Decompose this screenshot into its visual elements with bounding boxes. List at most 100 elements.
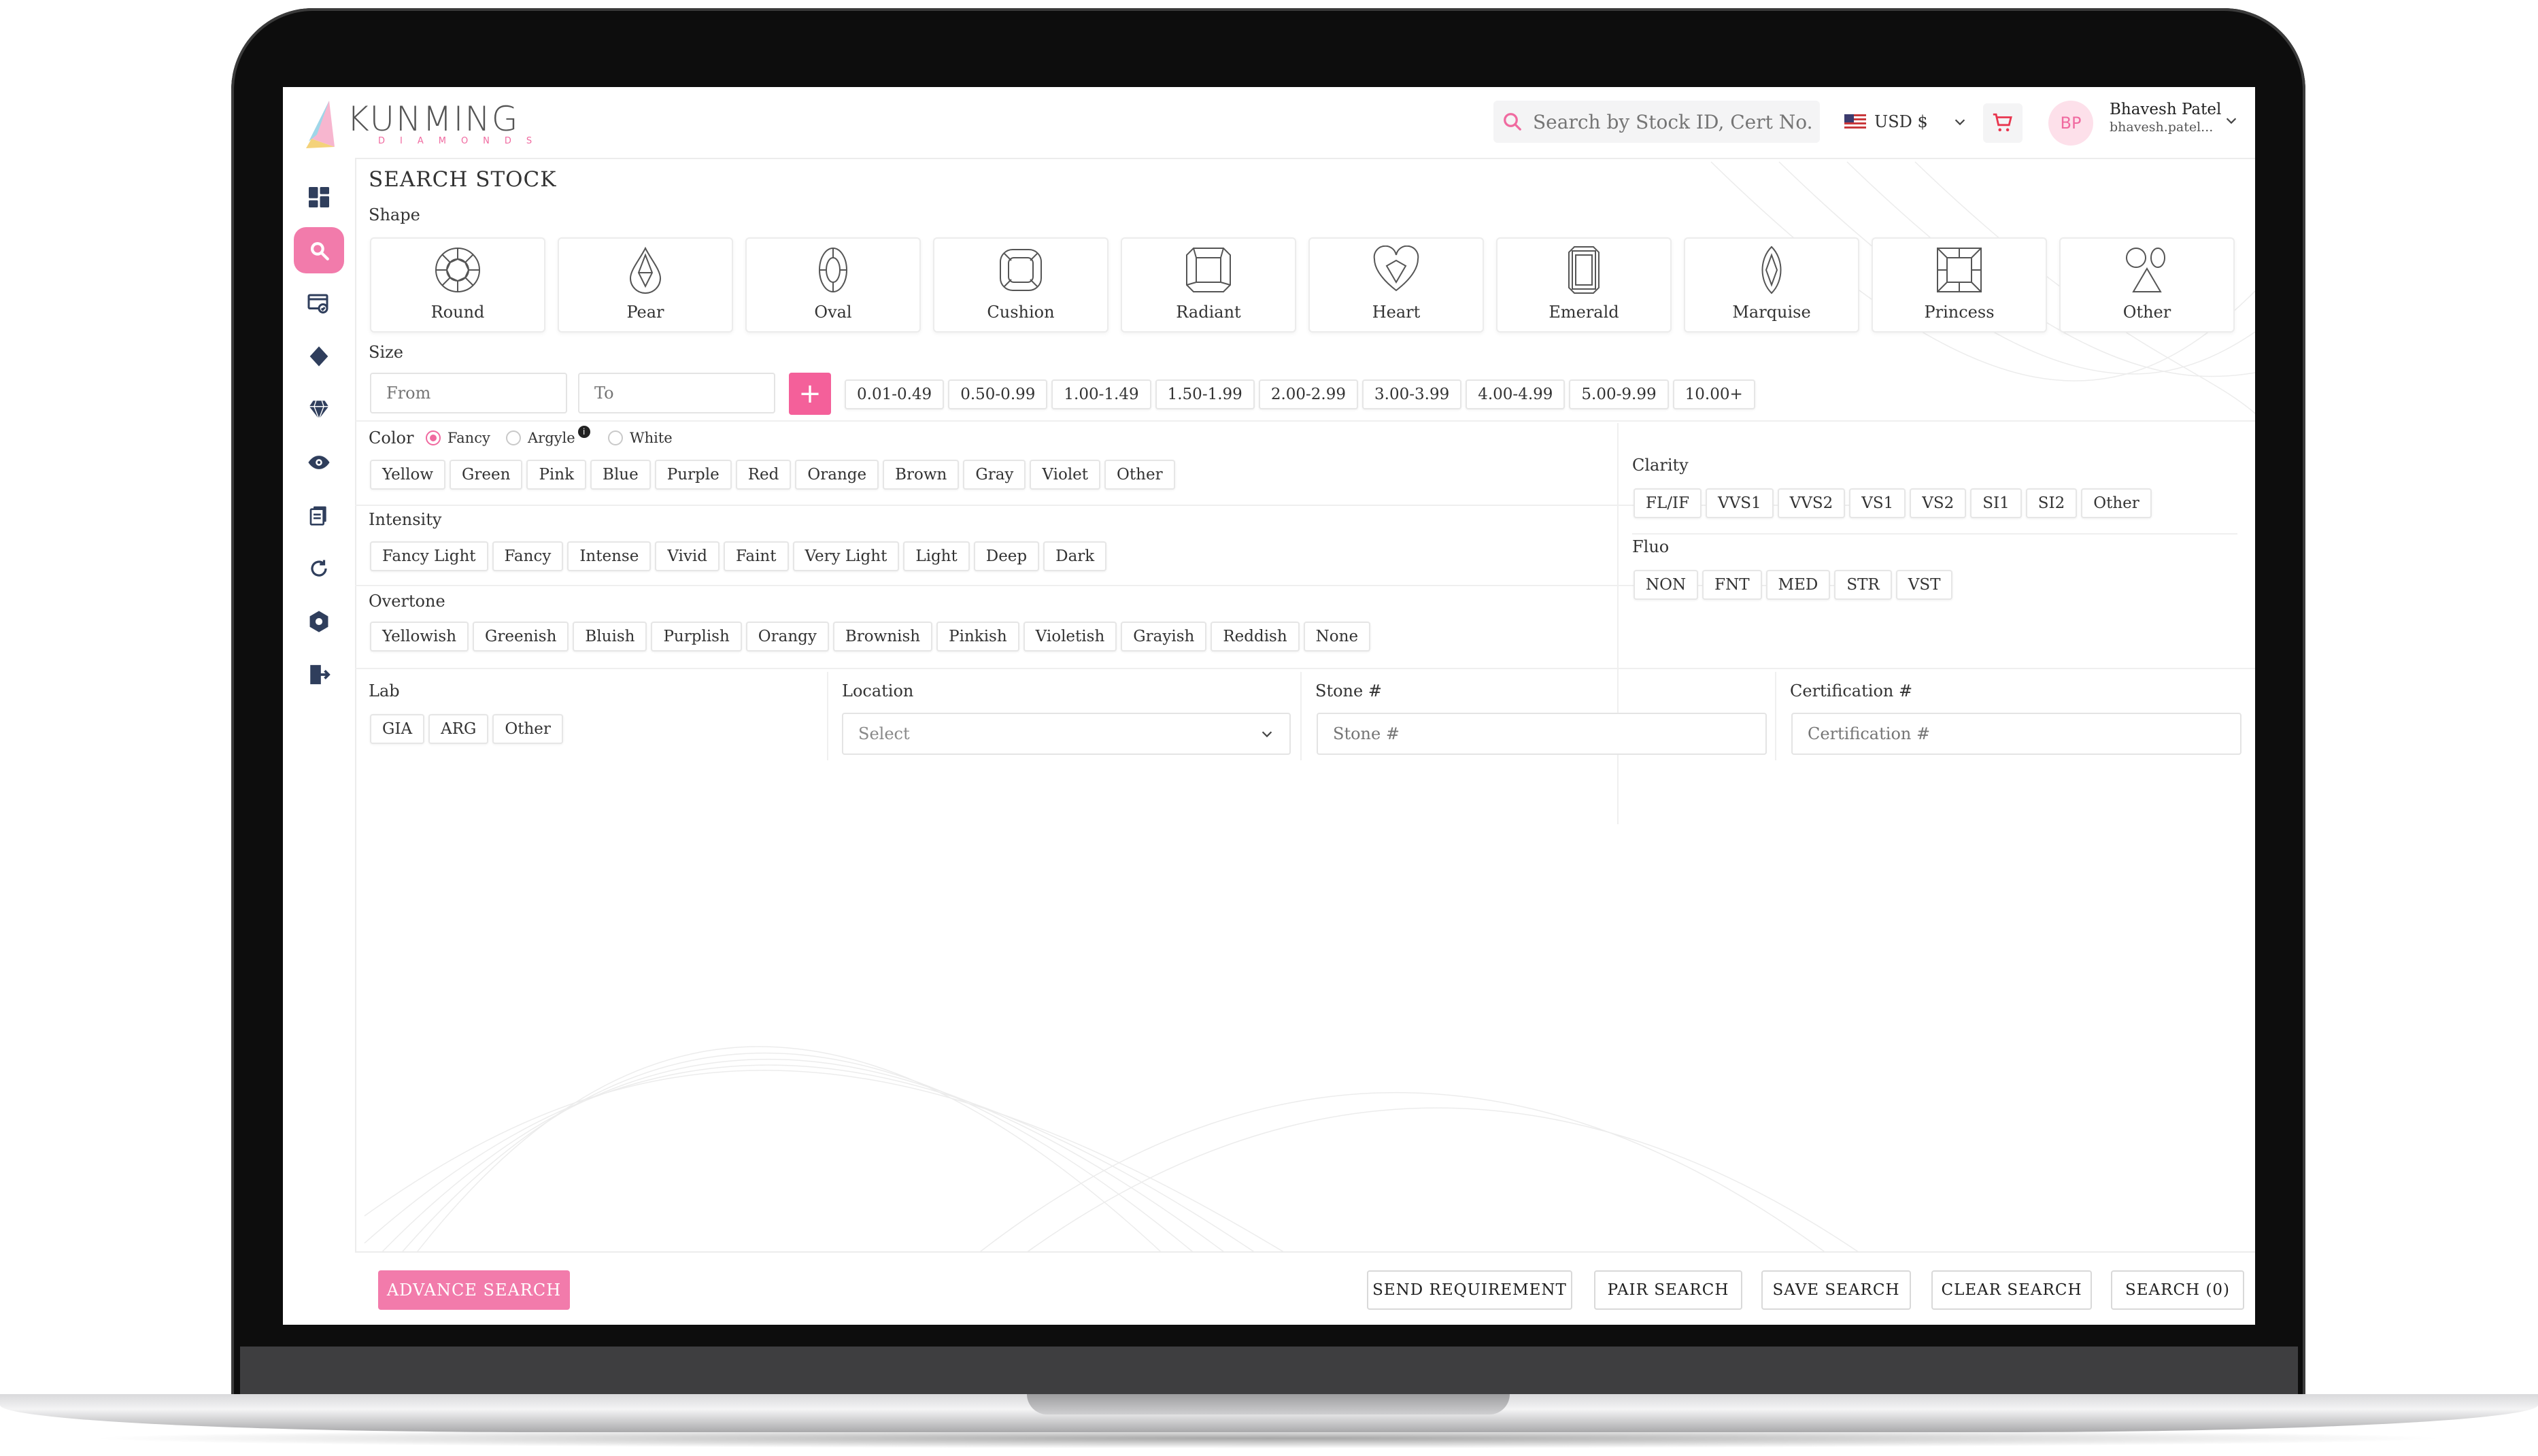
add-size-button[interactable]: +: [789, 373, 831, 415]
overtone-chip-greenish[interactable]: Greenish: [473, 622, 569, 651]
sidebar-item-history[interactable]: [294, 545, 344, 592]
overtone-chip-none[interactable]: None: [1303, 622, 1371, 651]
shape-princess[interactable]: Princess: [1872, 237, 2047, 333]
color-chip-other[interactable]: Other: [1104, 460, 1175, 490]
clarity-chip-vs2[interactable]: VS2: [1910, 488, 1967, 518]
color-mode-argyle[interactable]: Argyle i: [506, 426, 590, 446]
advance-search-button[interactable]: ADVANCE SEARCH: [378, 1270, 570, 1310]
size-range-chip-5-00-9-99[interactable]: 5.00-9.99: [1569, 379, 1669, 409]
lab-chip-arg[interactable]: ARG: [428, 714, 489, 744]
shape-heart[interactable]: Heart: [1308, 237, 1484, 333]
color-chip-red[interactable]: Red: [735, 460, 792, 490]
intensity-chip-dark[interactable]: Dark: [1043, 541, 1107, 571]
overtone-chip-grayish[interactable]: Grayish: [1121, 622, 1207, 651]
avatar[interactable]: BP: [2048, 101, 2093, 146]
sidebar-item-logout[interactable]: [294, 651, 344, 698]
lab-chip-other[interactable]: Other: [492, 714, 563, 744]
size-range-chip-3-00-3-99[interactable]: 3.00-3.99: [1362, 379, 1462, 409]
lab-chip-gia[interactable]: GIA: [370, 714, 425, 744]
shape-emerald[interactable]: Emerald: [1496, 237, 1672, 333]
fluo-chip-non[interactable]: NON: [1634, 570, 1699, 600]
overtone-chip-bluish[interactable]: Bluish: [573, 622, 647, 651]
save-search-button[interactable]: SAVE SEARCH: [1761, 1270, 1911, 1310]
size-range-chip-0-01-0-49[interactable]: 0.01-0.49: [845, 379, 945, 409]
size-range-chip-2-00-2-99[interactable]: 2.00-2.99: [1258, 379, 1359, 409]
user-menu-chevron-icon[interactable]: [2224, 113, 2239, 128]
user-info[interactable]: Bhavesh Patel bhavesh.patel...: [2110, 101, 2221, 135]
clarity-chip-vs1[interactable]: VS1: [1849, 488, 1906, 518]
overtone-chip-brownish[interactable]: Brownish: [832, 622, 933, 651]
size-range-chip-0-50-0-99[interactable]: 0.50-0.99: [948, 379, 1048, 409]
color-mode-white[interactable]: White: [608, 430, 673, 446]
clarity-chip-vvs1[interactable]: VVS1: [1706, 488, 1774, 518]
color-mode-fancy[interactable]: Fancy: [426, 430, 490, 446]
sidebar-item-gem[interactable]: [294, 386, 344, 433]
color-chip-pink[interactable]: Pink: [526, 460, 587, 490]
size-range-chip-1-50-1-99[interactable]: 1.50-1.99: [1155, 379, 1255, 409]
clarity-chip-si1[interactable]: SI1: [1970, 488, 2022, 518]
stock-search-input[interactable]: [1532, 109, 1813, 134]
color-chip-gray[interactable]: Gray: [963, 460, 1026, 490]
sidebar-item-documents[interactable]: [294, 492, 344, 539]
color-chip-yellow[interactable]: Yellow: [370, 460, 446, 490]
overtone-chip-orangy[interactable]: Orangy: [745, 622, 829, 651]
sidebar-item-diamond[interactable]: [294, 333, 344, 379]
fluo-chip-med[interactable]: MED: [1765, 570, 1831, 600]
overtone-chip-reddish[interactable]: Reddish: [1211, 622, 1300, 651]
search-button[interactable]: SEARCH (0): [2111, 1270, 2244, 1310]
color-chip-green[interactable]: Green: [450, 460, 523, 490]
currency-selector[interactable]: USD $: [1844, 107, 1967, 136]
shape-oval[interactable]: Oval: [745, 237, 921, 333]
overtone-chip-yellowish[interactable]: Yellowish: [370, 622, 469, 651]
sidebar-item-cart-list[interactable]: [294, 280, 344, 326]
intensity-chip-fancy-light[interactable]: Fancy Light: [370, 541, 488, 571]
location-select[interactable]: Select: [842, 713, 1291, 755]
size-from-input[interactable]: [370, 373, 567, 413]
stock-search-box[interactable]: [1493, 101, 1820, 143]
clarity-chip-other[interactable]: Other: [2081, 488, 2152, 518]
size-range-chip-1-00-1-49[interactable]: 1.00-1.49: [1051, 379, 1151, 409]
color-chip-violet[interactable]: Violet: [1030, 460, 1101, 490]
intensity-chip-faint[interactable]: Faint: [723, 541, 789, 571]
fluo-chip-str[interactable]: STR: [1834, 570, 1892, 600]
cart-button[interactable]: [1983, 103, 2023, 143]
intensity-chip-vivid[interactable]: Vivid: [655, 541, 720, 571]
intensity-chip-intense[interactable]: Intense: [567, 541, 652, 571]
sidebar-item-watchlist[interactable]: [294, 439, 344, 486]
clarity-chip-si2[interactable]: SI2: [2025, 488, 2078, 518]
color-chip-brown[interactable]: Brown: [883, 460, 960, 490]
sidebar-item-search[interactable]: [294, 227, 344, 273]
overtone-chip-violetish[interactable]: Violetish: [1023, 622, 1117, 651]
size-range-chip-10-00[interactable]: 10.00+: [1672, 379, 1755, 409]
fluo-chip-fnt[interactable]: FNT: [1702, 570, 1762, 600]
shape-pear[interactable]: Pear: [558, 237, 733, 333]
clarity-chip-fl-if[interactable]: FL/IF: [1634, 488, 1702, 518]
sidebar-item-dashboard[interactable]: [294, 174, 344, 220]
shape-round[interactable]: Round: [370, 237, 545, 333]
size-to-input[interactable]: [578, 373, 775, 413]
overtone-chip-pinkish[interactable]: Pinkish: [936, 622, 1019, 651]
clear-search-button[interactable]: CLEAR SEARCH: [1931, 1270, 2092, 1310]
color-chip-blue[interactable]: Blue: [590, 460, 651, 490]
brand-logo[interactable]: KUNMING DIAMONDS: [302, 95, 532, 154]
intensity-chip-deep[interactable]: Deep: [973, 541, 1040, 571]
sidebar-item-settings[interactable]: [294, 598, 344, 645]
send-requirement-button[interactable]: SEND REQUIREMENT: [1367, 1270, 1572, 1310]
overtone-chip-purplish[interactable]: Purplish: [651, 622, 742, 651]
shape-cushion[interactable]: Cushion: [933, 237, 1109, 333]
color-chip-purple[interactable]: Purple: [654, 460, 732, 490]
certification-number-input[interactable]: [1791, 713, 2241, 755]
stone-number-input[interactable]: [1317, 713, 1767, 755]
intensity-chip-very-light[interactable]: Very Light: [792, 541, 900, 571]
fluo-chip-vst[interactable]: VST: [1895, 570, 1953, 600]
info-icon[interactable]: i: [577, 426, 590, 438]
shape-radiant[interactable]: Radiant: [1121, 237, 1296, 333]
shape-marquise[interactable]: Marquise: [1684, 237, 1859, 333]
shape-other[interactable]: Other: [2059, 237, 2235, 333]
size-range-chip-4-00-4-99[interactable]: 4.00-4.99: [1466, 379, 1566, 409]
color-chip-orange[interactable]: Orange: [795, 460, 879, 490]
clarity-chip-vvs2[interactable]: VVS2: [1777, 488, 1846, 518]
intensity-chip-fancy[interactable]: Fancy: [492, 541, 564, 571]
pair-search-button[interactable]: PAIR SEARCH: [1594, 1270, 1742, 1310]
intensity-chip-light[interactable]: Light: [903, 541, 970, 571]
